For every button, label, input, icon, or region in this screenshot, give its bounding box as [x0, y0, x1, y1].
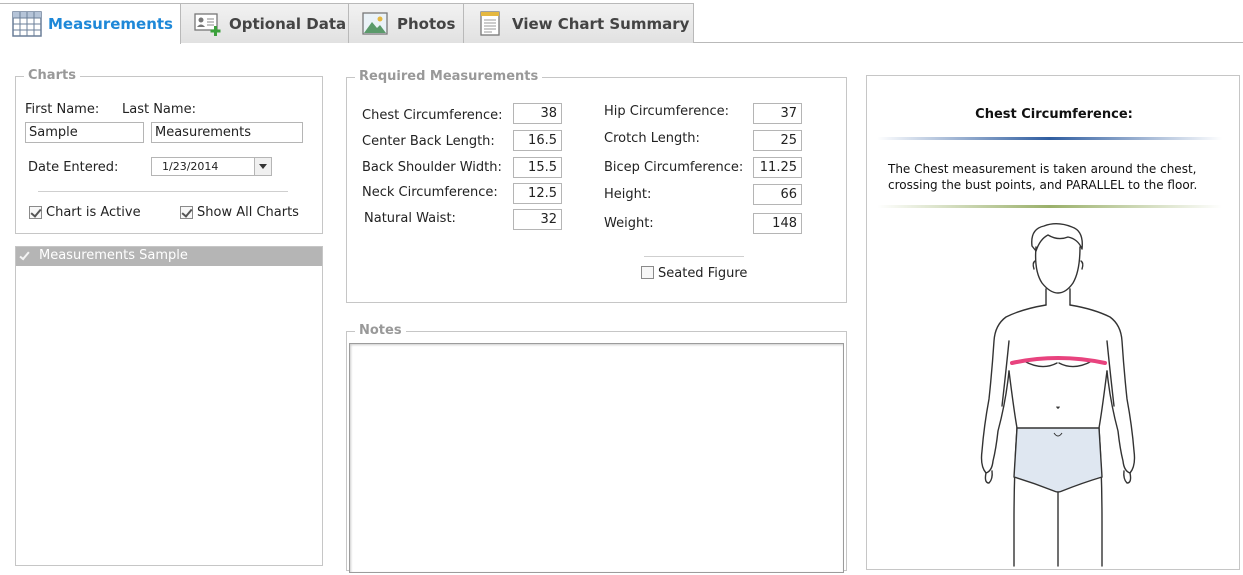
checkmark-icon: [19, 249, 30, 261]
contact-card-add-icon: [193, 11, 223, 37]
crotch-length-label: Crotch Length:: [604, 131, 700, 146]
hip-circumference-label: Hip Circumference:: [604, 104, 729, 119]
seated-separator: [644, 256, 744, 257]
neck-circumference-field[interactable]: [513, 183, 562, 204]
chevron-down-icon[interactable]: [254, 158, 271, 175]
description-underline: [877, 205, 1222, 208]
help-description: The Chest measurement is taken around th…: [888, 162, 1198, 192]
required-measurements-group: Required Measurements Chest Circumferenc…: [346, 69, 847, 303]
neck-circumference-label: Neck Circumference:: [362, 185, 498, 200]
list-item[interactable]: Measurements Sample: [16, 247, 322, 266]
last-name-field[interactable]: [151, 122, 303, 143]
center-back-length-field[interactable]: [513, 130, 562, 151]
first-name-label: First Name:: [25, 102, 100, 117]
weight-field[interactable]: [753, 213, 802, 234]
tab-bar: Measurements Optional Data Photos View C…: [0, 0, 1243, 44]
tab-label: Photos: [397, 14, 456, 33]
center-back-length-label: Center Back Length:: [362, 134, 495, 149]
tab-label: Optional Data: [229, 14, 347, 33]
notes-group: Notes: [346, 323, 847, 573]
title-underline: [877, 137, 1222, 140]
seated-figure-label[interactable]: Seated Figure: [658, 266, 747, 281]
bicep-circumference-field[interactable]: [753, 157, 802, 178]
back-shoulder-width-label: Back Shoulder Width:: [362, 160, 502, 175]
charts-separator: [38, 191, 288, 192]
body-figure: [962, 221, 1162, 571]
chest-circumference-label: Chest Circumference:: [362, 108, 503, 123]
table-icon: [12, 11, 42, 37]
bicep-circumference-label: Bicep Circumference:: [604, 160, 744, 175]
back-shoulder-width-field[interactable]: [513, 157, 562, 178]
tab-photos[interactable]: Photos: [348, 3, 464, 43]
tab-optional-data[interactable]: Optional Data: [180, 3, 349, 43]
show-all-charts-label[interactable]: Show All Charts: [197, 205, 299, 220]
measurement-help-panel: Chest Circumference: The Chest measureme…: [866, 75, 1240, 570]
last-name-label: Last Name:: [122, 102, 196, 117]
seated-figure-checkbox[interactable]: [641, 266, 654, 279]
date-entered-value: 1/23/2014: [162, 160, 219, 173]
tab-view-chart-summary[interactable]: View Chart Summary: [463, 3, 694, 43]
chart-active-checkbox[interactable]: [29, 206, 42, 219]
tab-label: Measurements: [48, 15, 173, 33]
chart-list[interactable]: Measurements Sample: [15, 246, 323, 566]
photo-icon: [361, 11, 391, 37]
tab-measurements[interactable]: Measurements: [0, 3, 181, 44]
help-title: Chest Circumference:: [975, 107, 1133, 122]
chest-circumference-field[interactable]: [513, 103, 562, 124]
chart-active-label[interactable]: Chart is Active: [46, 205, 141, 220]
natural-waist-field[interactable]: [513, 209, 562, 230]
natural-waist-label: Natural Waist:: [364, 211, 456, 226]
date-entered-picker[interactable]: 1/23/2014: [151, 157, 272, 176]
height-field[interactable]: [753, 184, 802, 205]
first-name-field[interactable]: [25, 122, 144, 143]
weight-label: Weight:: [604, 216, 654, 231]
notes-textarea[interactable]: [349, 343, 844, 573]
show-all-charts-checkbox[interactable]: [180, 206, 193, 219]
body-figure-illustration: [980, 223, 1136, 567]
document-icon: [476, 10, 506, 37]
charts-group: Charts First Name: Last Name: Date Enter…: [15, 68, 323, 234]
notes-legend: Notes: [355, 323, 406, 338]
chest-highlight: [1010, 356, 1107, 365]
crotch-length-field[interactable]: [753, 130, 802, 151]
charts-legend: Charts: [24, 68, 80, 83]
height-label: Height:: [604, 187, 652, 202]
tab-label: View Chart Summary: [512, 14, 690, 33]
list-item-label: Measurements Sample: [39, 248, 188, 263]
required-measurements-legend: Required Measurements: [355, 69, 543, 84]
date-entered-label: Date Entered:: [28, 160, 119, 175]
hip-circumference-field[interactable]: [753, 103, 802, 124]
